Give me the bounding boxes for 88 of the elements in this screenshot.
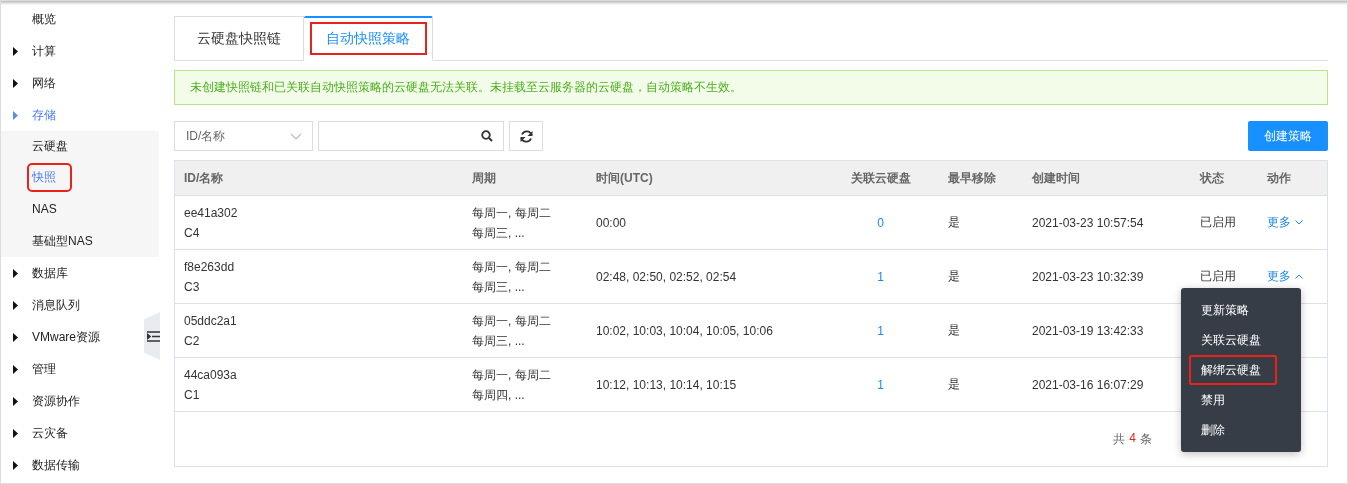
sidebar-item[interactable]: 存储	[32, 103, 56, 127]
earliest-remove-text: 是	[948, 376, 961, 393]
caret-icon	[13, 428, 18, 438]
created-time: 2021-03-23 10:32:39	[1032, 269, 1145, 284]
earliest-remove-text: 是	[948, 214, 961, 231]
linked-disk-count[interactable]: 1	[877, 377, 884, 392]
linked-disk-count[interactable]: 0	[877, 215, 884, 230]
menu-item[interactable]: 解绑云硬盘	[1189, 355, 1277, 385]
caret-icon	[13, 332, 18, 342]
sidebar-subitem[interactable]: 云硬盘	[32, 134, 68, 158]
sidebar-subitem[interactable]: NAS	[32, 199, 57, 219]
sidebar-item[interactable]: 消息队列	[32, 293, 80, 317]
period-text: 每周三, ...	[472, 224, 526, 242]
created-time: 2021-03-23 10:57:54	[1032, 215, 1145, 230]
time-text: 00:00	[596, 215, 628, 230]
policy-id: 44ca093a	[184, 366, 238, 384]
status-text: 已启用	[1200, 214, 1237, 231]
period-text: 每周一, 每周二	[472, 312, 552, 330]
more-link[interactable]: 更多	[1267, 214, 1327, 231]
select-value: ID/名称	[186, 127, 226, 145]
period-text: 每周一, 每周二	[472, 258, 552, 276]
column-header: 最早移除	[947, 169, 997, 187]
caret-icon	[13, 46, 18, 56]
time-text: 10:02, 10:03, 10:04, 10:05, 10:06	[596, 323, 774, 338]
caret-icon	[13, 268, 18, 278]
policy-id: f8e263dd	[184, 258, 236, 276]
total-count: 4	[1129, 430, 1136, 447]
column-header: 时间(UTC)	[595, 169, 654, 187]
created-time: 2021-03-19 13:42:33	[1032, 323, 1145, 338]
menu-item[interactable]: 删除	[1181, 415, 1301, 445]
period-text: 每周三, ...	[472, 332, 526, 350]
policy-name: C2	[184, 332, 201, 350]
sidebar-item[interactable]: VMware资源	[32, 325, 100, 349]
refresh-icon	[519, 129, 533, 143]
more-link[interactable]: 更多	[1267, 268, 1327, 285]
info-alert: 未创建快照链和已关联自动快照策略的云硬盘无法关联。未挂载至云服务器的云硬盘，自动策略不生效。	[174, 70, 1328, 105]
time-text: 02:48, 02:50, 02:52, 02:54	[596, 269, 738, 284]
linked-disk-count[interactable]: 1	[877, 323, 884, 338]
refresh-button[interactable]	[509, 121, 543, 151]
sidebar-subitem[interactable]: 快照	[29, 164, 70, 190]
policy-name: C1	[184, 386, 201, 404]
created-time: 2021-03-16 16:07:29	[1032, 377, 1145, 392]
period-text: 每周一, 每周二	[472, 204, 552, 222]
sidebar-item[interactable]: 管理	[32, 357, 56, 381]
menu-item[interactable]: 更新策略	[1181, 295, 1301, 325]
earliest-remove-text: 是	[948, 322, 961, 339]
caret-icon	[13, 364, 18, 374]
filter-select[interactable]: ID/名称	[174, 121, 313, 151]
menu-item[interactable]: 禁用	[1181, 385, 1301, 415]
search-field[interactable]	[318, 121, 504, 151]
column-header: 创建时间	[1031, 169, 1081, 187]
column-header: 动作	[1266, 169, 1292, 187]
sidebar-item[interactable]: 资源协作	[32, 389, 80, 413]
caret-icon	[13, 396, 18, 406]
search-icon	[481, 130, 493, 142]
caret-icon	[13, 460, 18, 470]
column-header: 周期	[471, 169, 497, 187]
time-text: 10:12, 10:13, 10:14, 10:15	[596, 377, 738, 392]
caret-icon	[13, 110, 18, 120]
column-header: 状态	[1198, 169, 1225, 187]
caret-icon	[13, 300, 18, 310]
earliest-remove-text: 是	[948, 268, 961, 285]
total-label: 共	[1113, 430, 1126, 448]
menu-item[interactable]: 关联云硬盘	[1181, 325, 1301, 355]
collapse-handle[interactable]	[144, 312, 160, 360]
tab[interactable]: 云硬盘快照链	[174, 16, 304, 61]
column-header: ID/名称	[183, 169, 225, 187]
column-header: 关联云硬盘	[849, 169, 912, 187]
linked-disk-count[interactable]: 1	[877, 269, 884, 284]
period-text: 每周四, ...	[472, 386, 526, 404]
policy-name: C4	[184, 224, 201, 242]
period-text: 每周三, ...	[472, 278, 526, 296]
policy-name: C3	[184, 278, 201, 296]
sidebar-subitem[interactable]: 基础型NAS	[32, 229, 93, 253]
sidebar-item[interactable]: 数据库	[32, 261, 68, 285]
chevron-down-icon	[290, 132, 302, 140]
sidebar-item[interactable]: 数据传输	[32, 453, 80, 477]
status-text: 已启用	[1200, 268, 1237, 285]
period-text: 每周一, 每周二	[472, 366, 552, 384]
policy-id: ee41a302	[184, 204, 239, 222]
sidebar-item[interactable]: 云灾备	[32, 421, 68, 445]
total-label: 条	[1140, 430, 1152, 448]
policy-id: 05ddc2a1	[184, 312, 238, 330]
sidebar-item[interactable]: 计算	[32, 39, 56, 63]
sidebar-item[interactable]: 概览	[32, 7, 56, 31]
collapse-icon	[147, 330, 160, 342]
sidebar-item[interactable]: 网络	[32, 71, 56, 95]
caret-icon	[13, 78, 18, 88]
